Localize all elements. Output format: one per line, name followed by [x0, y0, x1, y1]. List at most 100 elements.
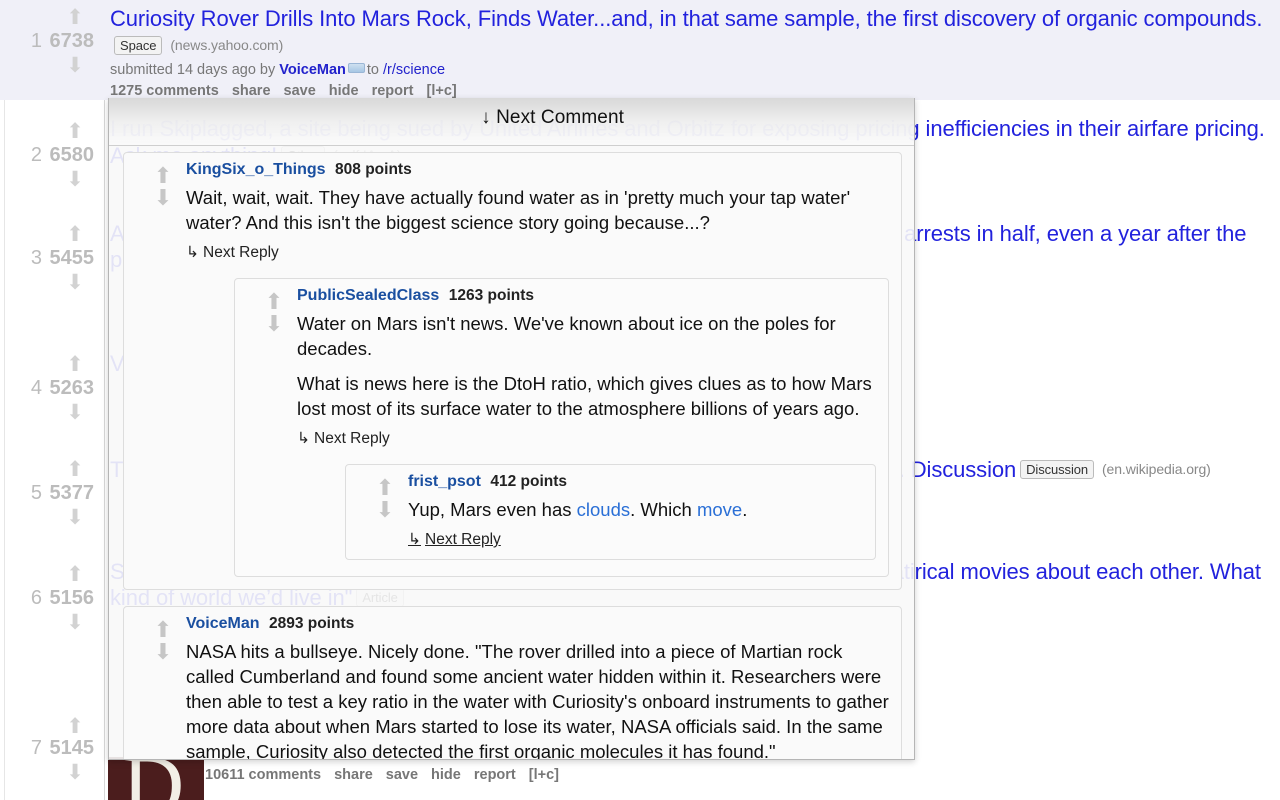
post-tag-5[interactable]: Discussion [1020, 460, 1094, 479]
next-reply-button[interactable]: ↳ Next Reply [186, 243, 889, 262]
save-link-1[interactable]: save [284, 83, 316, 99]
lc-link-1[interactable]: [l+c] [427, 83, 457, 99]
post-title-link-1[interactable]: Curiosity Rover Drills Into Mars Rock, F… [110, 6, 1263, 31]
comment-vote-arrows: ⬆ ⬇ [374, 477, 396, 521]
post-author-link-1[interactable]: VoiceMan [279, 62, 346, 78]
share-link-1[interactable]: share [232, 83, 271, 99]
downvote-arrow-icon[interactable]: ⬇ [64, 169, 86, 190]
upvote-arrow-icon[interactable]: ⬆ [64, 564, 86, 585]
lc-link-7[interactable]: [l+c] [529, 767, 559, 783]
comment-overlay-panel: ↓ Next Comment ⬆ ⬇ KingSix_o_Things 808 … [108, 98, 915, 760]
downvote-arrow-icon[interactable]: ⬇ [374, 499, 396, 521]
upvote-arrow-icon[interactable]: ⬆ [64, 716, 86, 737]
downvote-arrow-icon[interactable]: ⬇ [152, 641, 174, 663]
upvote-arrow-icon[interactable]: ⬆ [152, 619, 174, 641]
post-rank-7: 7 [30, 737, 42, 759]
comment-header: VoiceMan 2893 points [186, 615, 889, 633]
post-actions-7: 10611 comments share save hide report [l+c] [205, 765, 1280, 785]
comment-header: PublicSealedClass 1263 points [297, 287, 876, 305]
comment-thread-fristpsot: ⬆ ⬇ frist_psot 412 points Yup, Mars even… [345, 464, 876, 560]
upvote-arrow-icon[interactable]: ⬆ [64, 7, 86, 28]
comments-link-1[interactable]: 1275 comments [110, 83, 219, 99]
next-comment-button[interactable]: ↓ Next Comment [481, 107, 624, 129]
vote-column-4: ⬆ 4 5263 ⬇ [0, 345, 104, 455]
comment-body: Yup, Mars even has clouds. Which move. [408, 497, 863, 522]
post-subreddit-link-1[interactable]: /r/science [383, 62, 445, 78]
downvote-arrow-icon[interactable]: ⬇ [64, 762, 86, 783]
next-reply-label: Next Reply [314, 430, 390, 447]
comment-header: frist_psot 412 points [408, 473, 863, 491]
comment-text-pre: Yup, Mars even has [408, 499, 577, 520]
post-score-4: 5263 [49, 377, 95, 399]
comment-text-mid: . Which [630, 499, 697, 520]
comments-link-7[interactable]: 10611 comments [205, 767, 321, 783]
report-link-7[interactable]: report [474, 767, 516, 783]
upvote-arrow-icon[interactable]: ⬆ [64, 121, 86, 142]
comment-paragraph: What is news here is the DtoH ratio, whi… [297, 373, 872, 419]
submitted-mid-1: to [366, 62, 379, 78]
post-rank-4: 4 [30, 377, 42, 399]
mail-icon[interactable] [347, 63, 365, 73]
reply-arrow-icon: ↳ [297, 430, 310, 447]
reddit-listing-page: ⬆ 1 6738 ⬇ Curiosity Rover Drills Into M… [0, 0, 1280, 800]
downvote-arrow-icon[interactable]: ⬇ [152, 187, 174, 209]
downvote-arrow-icon[interactable]: ⬇ [263, 313, 285, 335]
comment-author[interactable]: frist_psot [408, 473, 481, 490]
post-content-1: Curiosity Rover Drills Into Mars Rock, F… [110, 6, 1280, 101]
post-domain-1[interactable]: (news.yahoo.com) [170, 37, 283, 53]
upvote-arrow-icon[interactable]: ⬆ [263, 291, 285, 313]
share-link-7[interactable]: share [334, 767, 373, 783]
vote-column-3: ⬆ 3 5455 ⬇ [0, 215, 104, 325]
comment-paragraph: NASA hits a bullseye. Nicely done. "The … [186, 641, 889, 760]
downvote-arrow-icon[interactable]: ⬇ [64, 272, 86, 293]
comment-thread-voiceman: ⬆ ⬇ VoiceMan 2893 points NASA hits a bul… [123, 606, 902, 760]
report-link-1[interactable]: report [372, 83, 414, 99]
next-reply-button[interactable]: ↳ Next Reply [297, 429, 876, 448]
upvote-arrow-icon[interactable]: ⬆ [64, 459, 86, 480]
comment-thread-publicsealedclass: ⬆ ⬇ PublicSealedClass 1263 points Water … [234, 278, 889, 577]
comment-points: 808 points [335, 161, 412, 178]
comment-author[interactable]: PublicSealedClass [297, 287, 439, 304]
downvote-arrow-icon[interactable]: ⬇ [64, 402, 86, 423]
next-reply-label: Next Reply [203, 244, 279, 261]
post-score-3: 5455 [49, 247, 95, 269]
comment-inline-link-move[interactable]: move [697, 499, 742, 520]
post-domain-5[interactable]: (en.wikipedia.org) [1102, 461, 1211, 477]
vote-column-1: ⬆ 1 6738 ⬇ [0, 0, 104, 100]
post-score-7: 5145 [49, 737, 95, 759]
comment-paragraph: Wait, wait, wait. They have actually fou… [186, 187, 851, 233]
reply-arrow-icon: ↳ [408, 531, 421, 548]
upvote-arrow-icon[interactable]: ⬆ [64, 354, 86, 375]
comment-inline-link-clouds[interactable]: clouds [577, 499, 630, 520]
comment-points: 1263 points [448, 287, 535, 304]
hide-link-1[interactable]: hide [329, 83, 359, 99]
save-link-7[interactable]: save [386, 767, 418, 783]
comment-thread-kingsix: ⬆ ⬇ KingSix_o_Things 808 points Wait, wa… [123, 152, 902, 590]
upvote-arrow-icon[interactable]: ⬆ [374, 477, 396, 499]
downvote-arrow-icon[interactable]: ⬇ [64, 507, 86, 528]
comment-points: 2893 points [268, 615, 355, 632]
comment-paragraph: Yup, Mars even has clouds. Which move. [408, 497, 863, 522]
comment-author[interactable]: VoiceMan [186, 615, 260, 632]
post-tag-1[interactable]: Space [114, 36, 163, 55]
vote-column-2: ⬆ 2 6580 ⬇ [0, 110, 104, 220]
comment-body: NASA hits a bullseye. Nicely done. "The … [186, 639, 889, 760]
post-score-1: 6738 [49, 30, 95, 52]
post-row-1[interactable]: ⬆ 1 6738 ⬇ Curiosity Rover Drills Into M… [0, 0, 1280, 100]
upvote-arrow-icon[interactable]: ⬆ [152, 165, 174, 187]
comment-author[interactable]: KingSix_o_Things [186, 161, 326, 178]
hide-link-7[interactable]: hide [431, 767, 461, 783]
post-submitted-1: submitted 14 days ago by VoiceMan to /r/s… [110, 61, 1280, 79]
post-rank-6: 6 [30, 587, 42, 609]
vote-column-5: ⬆ 5 5377 ⬇ [0, 450, 104, 560]
post-score-2: 6580 [49, 144, 95, 166]
post-title-1[interactable]: Curiosity Rover Drills Into Mars Rock, F… [110, 6, 1280, 59]
next-reply-label: Next Reply [425, 531, 501, 548]
next-reply-button[interactable]: ↳ Next Reply [408, 530, 863, 549]
comment-vote-arrows: ⬆ ⬇ [263, 291, 285, 335]
upvote-arrow-icon[interactable]: ⬆ [64, 224, 86, 245]
post-score-6: 5156 [49, 587, 95, 609]
downvote-arrow-icon[interactable]: ⬇ [64, 612, 86, 633]
comment-points: 412 points [490, 473, 568, 490]
downvote-arrow-icon[interactable]: ⬇ [64, 55, 86, 76]
